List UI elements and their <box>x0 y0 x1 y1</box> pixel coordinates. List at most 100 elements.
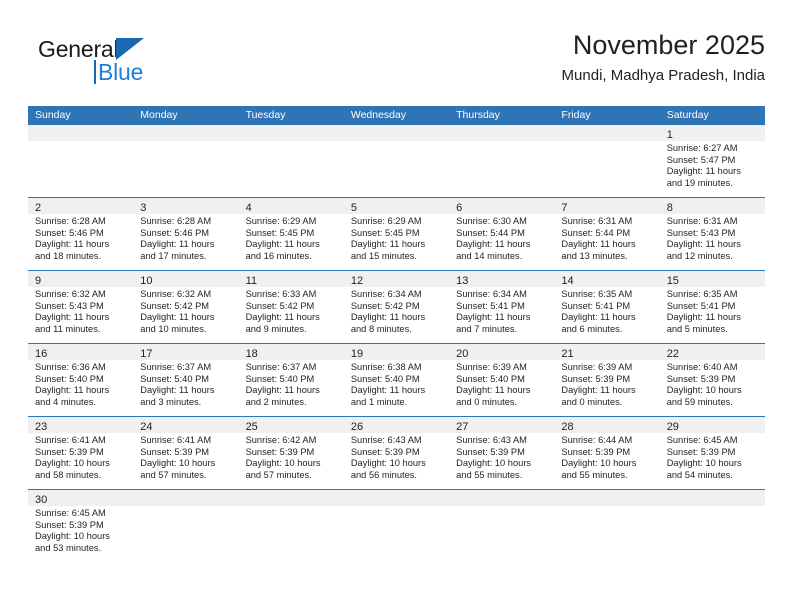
day-number: 29 <box>666 421 679 433</box>
day-cell[interactable]: 24 Sunrise: 6:41 AM Sunset: 5:39 PM Dayligh… <box>133 417 239 489</box>
day-cell[interactable]: 2 Sunrise: 6:28 AM Sunset: 5:46 PM Daylight… <box>28 198 134 270</box>
day-info: Sunrise: 6:32 AM Sunset: 5:43 PM Daylight:… <box>28 287 133 335</box>
daylight-text-line1: Daylight: 11 hours <box>561 239 636 250</box>
sunrise-text: Sunrise: 6:39 AM <box>561 362 633 372</box>
day-cell[interactable]: 14 Sunrise: 6:35 AM Sunset: 5:41 PM Dayligh… <box>554 271 660 343</box>
day-number: 5 <box>350 202 357 214</box>
weekday-header-thursday: Thursday <box>456 109 500 121</box>
day-number: 26 <box>350 421 364 433</box>
day-info: Sunrise: 6:44 AM Sunset: 5:39 PM Daylight:… <box>554 433 659 481</box>
sunset-text: Sunset: 5:41 PM <box>666 300 736 311</box>
day-cell[interactable]: 12 Sunrise: 6:34 AM Sunset: 5:42 PM Dayligh… <box>343 271 450 343</box>
sunrise-text: Sunrise: 6:37 AM <box>245 362 317 372</box>
day-number: 3 <box>140 202 147 214</box>
day-cell[interactable]: 28 Sunrise: 6:44 AM Sunset: 5:39 PM Dayligh… <box>554 417 660 489</box>
day-cell[interactable]: 9 Sunrise: 6:32 AM Sunset: 5:43 PM Daylight… <box>28 271 134 343</box>
day-cell[interactable]: 4 Sunrise: 6:29 AM Sunset: 5:45 PM Daylight… <box>238 198 344 270</box>
day-info: Sunrise: 6:27 AM Sunset: 5:47 PM Daylight:… <box>660 141 765 189</box>
day-cell[interactable]: 18 Sunrise: 6:37 AM Sunset: 5:40 PM Dayligh… <box>238 344 344 416</box>
weekday-header-sunday: Sunday <box>35 109 71 121</box>
day-cell[interactable]: 17 Sunrise: 6:37 AM Sunset: 5:40 PM Dayligh… <box>133 344 239 416</box>
sunset-text: Sunset: 5:39 PM <box>245 446 315 457</box>
day-cell[interactable]: 5 Sunrise: 6:29 AM Sunset: 5:45 PM Daylight… <box>343 198 450 270</box>
day-number: 9 <box>35 275 42 287</box>
day-number-band <box>28 125 134 141</box>
weekday-header-tuesday: Tuesday <box>245 109 286 121</box>
page-header: General Blue November 2025 Mundi, Madhya… <box>28 28 765 98</box>
day-number: 1 <box>666 129 673 141</box>
calendar-page: General Blue November 2025 Mundi, Madhya… <box>0 0 792 612</box>
daylight-text-line2: and 9 minutes. <box>245 323 307 334</box>
day-number-band: 15 <box>659 271 765 287</box>
day-number-band: 27 <box>449 417 555 433</box>
day-info: Sunrise: 6:35 AM Sunset: 5:41 PM Daylight:… <box>554 287 659 335</box>
day-cell-empty <box>343 125 450 197</box>
day-cell[interactable]: 6 Sunrise: 6:30 AM Sunset: 5:44 PM Daylight… <box>449 198 555 270</box>
day-info: Sunrise: 6:33 AM Sunset: 5:42 PM Daylight:… <box>239 287 344 335</box>
day-number: 28 <box>561 421 574 433</box>
daylight-text-line1: Daylight: 11 hours <box>245 385 320 396</box>
day-number-band <box>343 490 450 506</box>
day-number: 20 <box>456 348 469 360</box>
sunset-text: Sunset: 5:45 PM <box>350 227 420 238</box>
sunset-text: Sunset: 5:39 PM <box>666 446 736 457</box>
day-cell[interactable]: 7 Sunrise: 6:31 AM Sunset: 5:44 PM Daylight… <box>554 198 660 270</box>
day-cell[interactable]: 10 Sunrise: 6:32 AM Sunset: 5:42 PM Dayligh… <box>133 271 239 343</box>
daylight-text-line1: Daylight: 10 hours <box>666 385 742 396</box>
day-info: Sunrise: 6:36 AM Sunset: 5:40 PM Daylight:… <box>28 360 133 408</box>
sunset-text: Sunset: 5:45 PM <box>245 227 315 238</box>
daylight-text-line2: and 4 minutes. <box>35 396 96 407</box>
day-info: Sunrise: 6:34 AM Sunset: 5:42 PM Daylight:… <box>344 287 449 335</box>
day-cell[interactable]: 1 Sunrise: 6:27 AM Sunset: 5:47 PM Daylight… <box>659 125 765 197</box>
day-cell[interactable]: 8 Sunrise: 6:31 AM Sunset: 5:43 PM Daylight… <box>659 198 765 270</box>
day-number-band <box>449 125 555 141</box>
day-info: Sunrise: 6:30 AM Sunset: 5:44 PM Daylight:… <box>449 214 554 262</box>
day-number-band: 9 <box>28 271 134 287</box>
day-number-band: 2 <box>28 198 134 214</box>
sunset-text: Sunset: 5:44 PM <box>561 227 631 238</box>
day-number-band: 5 <box>343 198 450 214</box>
brand-logo[interactable]: General Blue <box>38 36 218 92</box>
daylight-text-line2: and 8 minutes. <box>350 323 412 334</box>
daylight-text-line2: and 16 minutes. <box>245 250 312 261</box>
day-cell[interactable]: 15 Sunrise: 6:35 AM Sunset: 5:41 PM Dayligh… <box>659 271 765 343</box>
day-number-band <box>554 490 660 506</box>
daylight-text-line1: Daylight: 11 hours <box>245 312 320 323</box>
sunset-text: Sunset: 5:39 PM <box>561 373 631 384</box>
sunrise-text: Sunrise: 6:35 AM <box>666 289 738 299</box>
day-cell[interactable]: 27 Sunrise: 6:43 AM Sunset: 5:39 PM Dayligh… <box>449 417 555 489</box>
day-cell[interactable]: 19 Sunrise: 6:38 AM Sunset: 5:40 PM Dayligh… <box>343 344 450 416</box>
day-cell[interactable]: 23 Sunrise: 6:41 AM Sunset: 5:39 PM Dayligh… <box>28 417 134 489</box>
day-cell[interactable]: 22 Sunrise: 6:40 AM Sunset: 5:39 PM Dayligh… <box>659 344 765 416</box>
day-cell[interactable]: 11 Sunrise: 6:33 AM Sunset: 5:42 PM Dayligh… <box>238 271 344 343</box>
day-cell[interactable]: 20 Sunrise: 6:39 AM Sunset: 5:40 PM Dayligh… <box>449 344 555 416</box>
day-info: Sunrise: 6:39 AM Sunset: 5:39 PM Daylight:… <box>554 360 659 408</box>
calendar-weeks: 1 Sunrise: 6:27 AM Sunset: 5:47 PM Daylight… <box>28 125 765 562</box>
day-number-band: 29 <box>659 417 765 433</box>
day-number: 10 <box>140 275 153 287</box>
day-cell[interactable]: 26 Sunrise: 6:43 AM Sunset: 5:39 PM Dayligh… <box>343 417 450 489</box>
sunset-text: Sunset: 5:43 PM <box>666 227 736 238</box>
sunset-text: Sunset: 5:39 PM <box>140 446 210 457</box>
daylight-text-line2: and 5 minutes. <box>666 323 728 334</box>
day-number-band <box>343 125 450 141</box>
day-cell[interactable]: 3 Sunrise: 6:28 AM Sunset: 5:46 PM Daylight… <box>133 198 239 270</box>
day-number-band: 30 <box>28 490 134 506</box>
day-number: 11 <box>245 275 257 287</box>
page-subtitle: Mundi, Madhya Pradesh, India <box>561 67 765 84</box>
day-cell[interactable]: 30 Sunrise: 6:45 AM Sunset: 5:39 PM Dayligh… <box>28 490 134 562</box>
day-cell[interactable]: 21 Sunrise: 6:39 AM Sunset: 5:39 PM Dayligh… <box>554 344 660 416</box>
sunrise-text: Sunrise: 6:32 AM <box>35 289 106 299</box>
day-cell-empty <box>554 125 660 197</box>
day-number: 13 <box>456 275 469 287</box>
day-cell[interactable]: 13 Sunrise: 6:34 AM Sunset: 5:41 PM Dayligh… <box>449 271 555 343</box>
sunrise-text: Sunrise: 6:45 AM <box>35 508 106 518</box>
day-cell[interactable]: 25 Sunrise: 6:42 AM Sunset: 5:39 PM Dayligh… <box>238 417 344 489</box>
sunrise-text: Sunrise: 6:34 AM <box>456 289 527 299</box>
sunrise-text: Sunrise: 6:45 AM <box>666 435 738 445</box>
daylight-text-line1: Daylight: 11 hours <box>666 166 741 177</box>
day-cell[interactable]: 29 Sunrise: 6:45 AM Sunset: 5:39 PM Dayligh… <box>659 417 765 489</box>
brand-name-blue: Blue <box>98 59 144 85</box>
week-row: 16 Sunrise: 6:36 AM Sunset: 5:40 PM Dayligh… <box>28 343 765 416</box>
day-cell[interactable]: 16 Sunrise: 6:36 AM Sunset: 5:40 PM Dayligh… <box>28 344 134 416</box>
